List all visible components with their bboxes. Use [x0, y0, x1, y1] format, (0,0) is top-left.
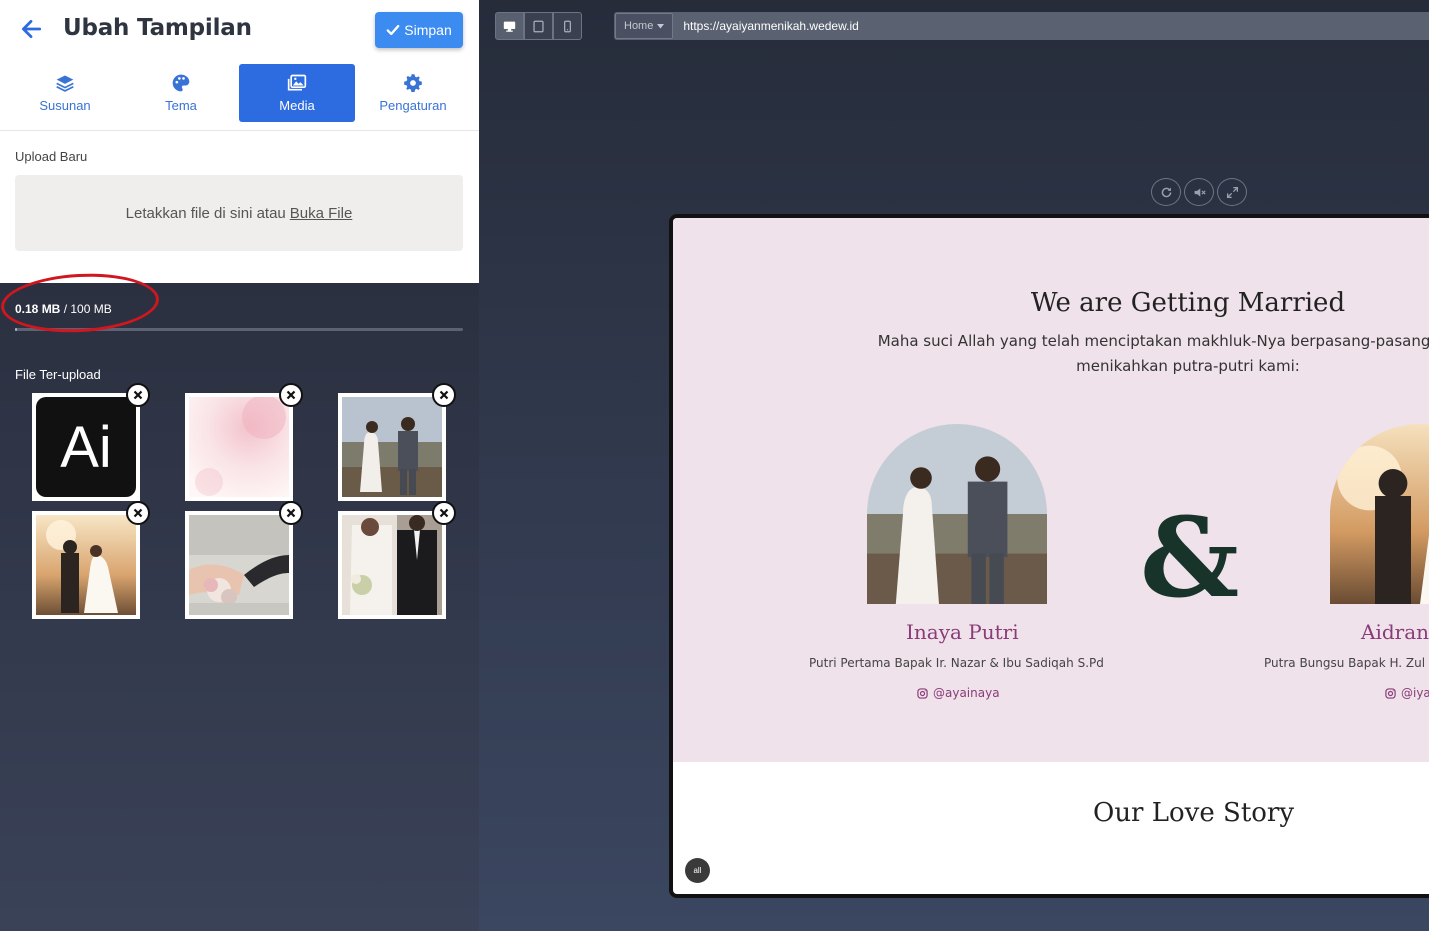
desktop-icon	[503, 21, 516, 32]
instagram-icon	[917, 687, 928, 699]
page-select-dropdown[interactable]: Home	[615, 13, 674, 39]
uploaded-files-label: File Ter-upload	[15, 367, 101, 382]
preview-controls	[1151, 178, 1247, 206]
tab-media[interactable]: Media	[239, 64, 355, 122]
page-select-value: Home	[624, 20, 654, 32]
bride-groom-image	[342, 515, 442, 615]
save-button-label: Simpan	[404, 22, 452, 38]
divider	[0, 130, 479, 131]
remove-file-button[interactable]	[279, 501, 303, 525]
tab-label: Tema	[165, 98, 197, 113]
tab-label: Susunan	[39, 98, 91, 113]
refresh-icon	[1161, 187, 1171, 197]
love-story-title: Our Love Story	[1093, 798, 1295, 828]
tablet-view-button[interactable]	[524, 12, 553, 40]
bride-instagram-link[interactable]: @ayainaya	[917, 686, 1000, 700]
open-file-link[interactable]: Buka File	[290, 205, 353, 222]
preview-url[interactable]: https://ayaiyanmenikah.wedew.id	[683, 19, 858, 33]
gear-icon	[404, 74, 422, 93]
close-icon	[133, 390, 143, 400]
tablet-icon	[533, 20, 544, 32]
upload-section-label: Upload Baru	[15, 149, 88, 164]
ampersand: &	[1140, 493, 1240, 622]
ai-logo-text: Ai	[60, 415, 112, 480]
preview-screen: We are Getting Married Maha suci Allah y…	[673, 218, 1429, 894]
ai-logo-image: Ai	[36, 397, 136, 497]
pink-watercolor-image	[189, 397, 289, 497]
tab-tema[interactable]: Tema	[123, 64, 239, 122]
mute-icon	[1194, 187, 1206, 197]
tab-label: Media	[279, 98, 315, 113]
file-thumbnail[interactable]	[338, 383, 456, 501]
description-line: Maha suci Allah yang telah menciptakan m…	[877, 332, 1429, 350]
editor-panel: Ubah Tampilan Simpan Susunan Tema Media …	[0, 0, 479, 931]
refresh-button[interactable]	[1151, 178, 1181, 206]
close-icon	[286, 508, 296, 518]
back-arrow-icon[interactable]	[18, 16, 44, 42]
file-thumbnail[interactable]	[185, 383, 303, 501]
palette-icon	[172, 74, 190, 92]
file-thumbnail[interactable]	[185, 501, 303, 619]
couple-sunset-image	[36, 515, 136, 615]
device-frame: We are Getting Married Maha suci Allah y…	[669, 214, 1429, 898]
music-badge[interactable]: all	[685, 858, 710, 883]
mute-button[interactable]	[1184, 178, 1214, 206]
preview-area: Home https://ayaiyanmenikah.wedew.id We …	[479, 0, 1429, 931]
remove-file-button[interactable]	[432, 383, 456, 407]
desktop-view-button[interactable]	[495, 12, 524, 40]
bride-parents: Putri Pertama Bapak Ir. Nazar & Ibu Sadi…	[809, 656, 1104, 670]
ai-logo-graphic: Ai	[36, 397, 136, 497]
remove-file-button[interactable]	[279, 383, 303, 407]
expand-icon	[1226, 186, 1238, 198]
file-thumbnail[interactable]	[32, 501, 150, 619]
save-button[interactable]: Simpan	[375, 12, 463, 48]
tab-bar: Susunan Tema Media Pengaturan	[7, 64, 471, 122]
file-thumbnail[interactable]	[338, 501, 456, 619]
file-dropzone[interactable]: Letakkan file di sini atau Buka File	[15, 175, 463, 251]
invitation-description: Maha suci Allah yang telah menciptakan m…	[778, 329, 1429, 379]
close-icon	[133, 508, 143, 518]
invitation-title: We are Getting Married	[1030, 288, 1346, 318]
layers-icon	[56, 75, 74, 92]
check-icon	[386, 24, 400, 36]
dropzone-text: Letakkan file di sini atau	[125, 204, 286, 222]
close-icon	[286, 390, 296, 400]
bride-name: Inaya Putri	[906, 620, 1019, 644]
groom-instagram-link[interactable]: @iya	[1385, 686, 1429, 700]
couple-holding-hands-image	[342, 397, 442, 497]
bride-photo	[867, 424, 1047, 604]
instagram-handle: @iya	[1401, 686, 1429, 700]
editor-panel-header: Ubah Tampilan Simpan Susunan Tema Media …	[0, 0, 479, 283]
description-line: menikahkan putra-putri kami:	[1076, 357, 1300, 375]
fullscreen-button[interactable]	[1217, 178, 1247, 206]
mobile-icon	[564, 20, 571, 32]
instagram-handle: @ayainaya	[933, 686, 1000, 700]
url-bar: Home https://ayaiyanmenikah.wedew.id	[614, 12, 1429, 40]
caret-down-icon	[657, 23, 665, 28]
tab-susunan[interactable]: Susunan	[7, 64, 123, 122]
device-switcher	[495, 12, 582, 40]
page-title: Ubah Tampilan	[63, 15, 252, 41]
tab-label: Pengaturan	[379, 98, 447, 113]
remove-file-button[interactable]	[126, 501, 150, 525]
mobile-view-button[interactable]	[553, 12, 582, 40]
remove-file-button[interactable]	[126, 383, 150, 407]
groom-name: Aidran	[1361, 620, 1429, 644]
file-thumbnail[interactable]: Ai	[32, 383, 150, 501]
close-icon	[439, 390, 449, 400]
tab-pengaturan[interactable]: Pengaturan	[355, 64, 471, 122]
instagram-icon	[1385, 687, 1396, 699]
close-icon	[439, 508, 449, 518]
groom-photo	[1330, 424, 1429, 604]
groom-parents: Putra Bungsu Bapak H. Zul	[1264, 656, 1426, 670]
storage-progress-fill	[15, 328, 18, 331]
images-icon	[287, 74, 307, 91]
couple-section: We are Getting Married Maha suci Allah y…	[673, 218, 1429, 762]
rings-image	[189, 515, 289, 615]
remove-file-button[interactable]	[432, 501, 456, 525]
